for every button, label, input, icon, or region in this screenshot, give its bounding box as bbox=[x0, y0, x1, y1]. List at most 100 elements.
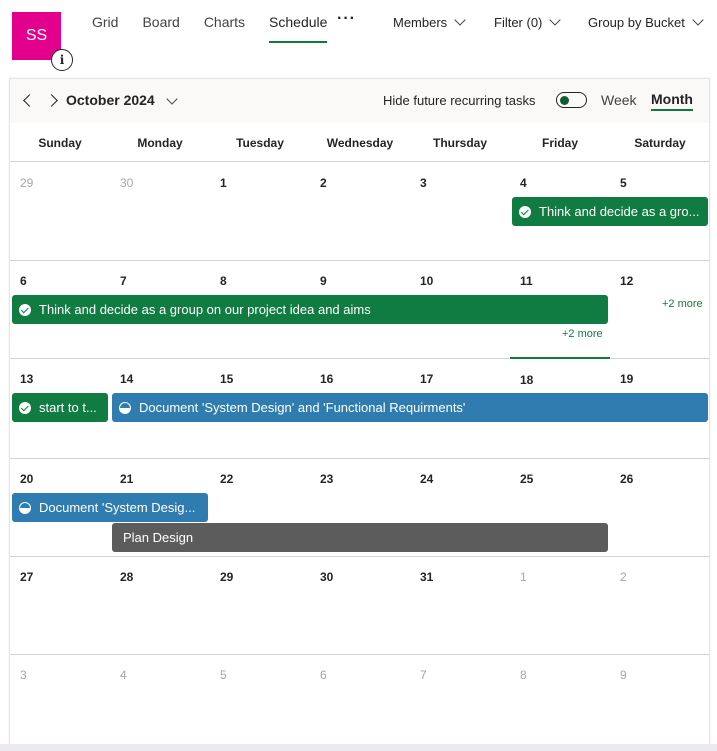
day-number[interactable]: 19 bbox=[620, 372, 633, 386]
day-number[interactable]: 22 bbox=[220, 472, 233, 486]
group-by-label: Group by Bucket bbox=[588, 15, 685, 30]
avatar-initials: SS bbox=[25, 27, 48, 44]
day-number-today[interactable]: 18 bbox=[520, 373, 533, 387]
task-think-and-decide[interactable]: Think and decide as a gro... bbox=[512, 197, 708, 226]
hide-recurring-toggle[interactable] bbox=[556, 92, 587, 108]
chevron-down-icon bbox=[549, 14, 562, 26]
check-circle-icon bbox=[19, 401, 31, 414]
week-divider bbox=[10, 458, 709, 459]
day-number[interactable]: 30 bbox=[120, 176, 133, 190]
group-by-button[interactable]: Group by Bucket bbox=[588, 14, 704, 30]
day-number[interactable]: 29 bbox=[220, 570, 233, 584]
day-number[interactable]: 9 bbox=[620, 668, 627, 682]
day-number[interactable]: 27 bbox=[20, 570, 33, 584]
day-number[interactable]: 6 bbox=[320, 668, 327, 682]
day-number[interactable]: 16 bbox=[320, 372, 333, 386]
toggle-knob bbox=[560, 95, 569, 105]
day-number[interactable]: 2 bbox=[620, 570, 627, 584]
day-number[interactable]: 14 bbox=[120, 372, 133, 386]
day-number[interactable]: 7 bbox=[120, 274, 127, 288]
task-document-system-design[interactable]: Document 'System Design' and 'Functional… bbox=[112, 393, 708, 422]
day-number[interactable]: 3 bbox=[20, 668, 27, 682]
tab-schedule[interactable]: Schedule bbox=[257, 0, 339, 44]
day-number[interactable]: 8 bbox=[520, 668, 527, 682]
weekday-label: Thursday bbox=[432, 136, 487, 150]
day-number[interactable]: 4 bbox=[120, 668, 127, 682]
scroll-area-edge bbox=[0, 744, 717, 751]
day-number[interactable]: 8 bbox=[220, 274, 227, 288]
check-circle-icon bbox=[519, 205, 531, 218]
weekday-label: Saturday bbox=[634, 136, 686, 150]
half-circle-icon bbox=[119, 401, 131, 414]
day-number[interactable]: 11 bbox=[520, 274, 533, 288]
day-number[interactable]: 5 bbox=[620, 176, 627, 190]
tab-board[interactable]: Board bbox=[130, 0, 191, 44]
day-number[interactable]: 15 bbox=[220, 372, 233, 386]
day-number[interactable]: 3 bbox=[420, 176, 427, 190]
hide-recurring-label: Hide future recurring tasks bbox=[383, 93, 536, 108]
week-divider bbox=[10, 556, 709, 557]
day-number[interactable]: 26 bbox=[620, 472, 633, 486]
day-number[interactable]: 1 bbox=[520, 570, 527, 584]
chevron-down-icon bbox=[454, 14, 466, 26]
chevron-down-icon[interactable] bbox=[166, 93, 178, 105]
week-divider bbox=[10, 260, 709, 261]
filter-label: Filter (0) bbox=[494, 15, 543, 30]
task-plan-design[interactable]: Plan Design bbox=[112, 523, 608, 552]
day-number[interactable]: 28 bbox=[120, 570, 133, 584]
more-tasks-link[interactable]: +2 more bbox=[562, 328, 603, 340]
task-title: Document 'System Desig... bbox=[39, 500, 196, 515]
day-number[interactable]: 6 bbox=[20, 274, 27, 288]
task-start[interactable]: start to t... bbox=[12, 393, 108, 422]
day-number[interactable]: 13 bbox=[20, 372, 33, 386]
view-week-button[interactable]: Week bbox=[601, 92, 637, 108]
day-number[interactable]: 20 bbox=[20, 472, 33, 486]
task-document-system-design[interactable]: Document 'System Desig... bbox=[12, 493, 208, 522]
day-number[interactable]: 23 bbox=[320, 472, 333, 486]
members-button[interactable]: Members bbox=[393, 14, 466, 30]
weekday-label: Wednesday bbox=[326, 136, 394, 150]
month-title[interactable]: October 2024 bbox=[66, 92, 155, 108]
day-number[interactable]: 29 bbox=[20, 176, 33, 190]
next-month-icon[interactable] bbox=[45, 94, 58, 107]
chevron-down-icon bbox=[692, 14, 704, 26]
task-think-and-decide[interactable]: Think and decide as a group on our proje… bbox=[12, 295, 608, 324]
more-options-icon[interactable]: ··· bbox=[337, 10, 356, 28]
day-number[interactable]: 4 bbox=[520, 176, 527, 190]
day-number[interactable]: 1 bbox=[220, 176, 227, 190]
tab-grid[interactable]: Grid bbox=[80, 0, 130, 44]
day-number[interactable]: 5 bbox=[220, 668, 227, 682]
weekday-label: Monday bbox=[137, 136, 183, 150]
top-bar: SS i Grid Board Charts Schedule ··· Memb… bbox=[0, 0, 717, 72]
day-number[interactable]: 31 bbox=[420, 570, 433, 584]
more-tasks-link[interactable]: +2 more bbox=[662, 298, 703, 310]
weekday-label: Sunday bbox=[38, 136, 82, 150]
previous-month-icon[interactable] bbox=[23, 94, 36, 107]
filter-button[interactable]: Filter (0) bbox=[494, 14, 562, 30]
check-circle-icon bbox=[19, 303, 31, 316]
task-title: Document 'System Design' and 'Functional… bbox=[139, 400, 466, 415]
task-title: Think and decide as a gro... bbox=[539, 204, 700, 219]
tab-charts[interactable]: Charts bbox=[192, 0, 257, 44]
task-title: Plan Design bbox=[123, 530, 194, 545]
calendar-header: October 2024 Hide future recurring tasks… bbox=[10, 79, 709, 123]
day-number[interactable]: 7 bbox=[420, 668, 427, 682]
half-circle-icon bbox=[19, 501, 31, 514]
day-number[interactable]: 24 bbox=[420, 472, 433, 486]
day-number[interactable]: 12 bbox=[620, 274, 633, 288]
today-indicator bbox=[510, 357, 610, 359]
calendar: October 2024 Hide future recurring tasks… bbox=[9, 78, 710, 751]
weekday-label: Tuesday bbox=[236, 136, 284, 150]
week-divider bbox=[10, 654, 709, 655]
info-icon[interactable]: i bbox=[51, 49, 73, 71]
view-tabs: Grid Board Charts Schedule bbox=[80, 0, 339, 44]
day-number[interactable]: 30 bbox=[320, 570, 333, 584]
day-number[interactable]: 17 bbox=[420, 372, 433, 386]
view-month-button[interactable]: Month bbox=[651, 91, 693, 111]
day-number[interactable]: 9 bbox=[320, 274, 327, 288]
day-number[interactable]: 21 bbox=[120, 472, 133, 486]
day-number[interactable]: 25 bbox=[520, 472, 533, 486]
day-number[interactable]: 2 bbox=[320, 176, 327, 190]
members-label: Members bbox=[393, 15, 448, 30]
day-number[interactable]: 10 bbox=[420, 274, 433, 288]
